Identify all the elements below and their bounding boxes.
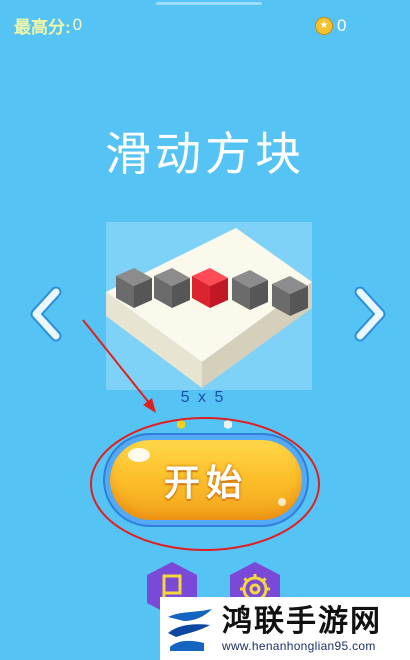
star-coin-icon: ★: [315, 17, 333, 35]
coin-counter: ★ 0: [315, 15, 346, 37]
best-score-value: 0: [72, 15, 83, 34]
best-score-label: 最高分:: [14, 17, 71, 37]
bird-logo-icon: [164, 602, 216, 655]
best-score: 最高分: 0: [14, 14, 83, 37]
chevron-left-icon[interactable]: [26, 286, 66, 342]
start-button-label: 开始: [163, 462, 248, 503]
top-handle: [156, 2, 262, 5]
button-shine: [128, 448, 150, 462]
start-button[interactable]: 开始: [110, 440, 302, 520]
page-indicator-active: [177, 420, 185, 429]
button-shine-small: [278, 498, 286, 506]
level-preview[interactable]: [106, 222, 312, 390]
chevron-right-icon[interactable]: [350, 286, 390, 342]
watermark-url: www.henanhonglian95.com: [222, 638, 376, 653]
game-title: 滑动方块: [105, 128, 305, 180]
board-size-label: 5 x 5: [180, 389, 226, 406]
page-indicator-inactive: [224, 420, 232, 429]
watermark-title: 鸿联手游网: [222, 603, 382, 639]
watermark: 鸿联手游网 www.henanhonglian95.com: [160, 597, 410, 660]
coin-count: 0: [337, 16, 347, 35]
